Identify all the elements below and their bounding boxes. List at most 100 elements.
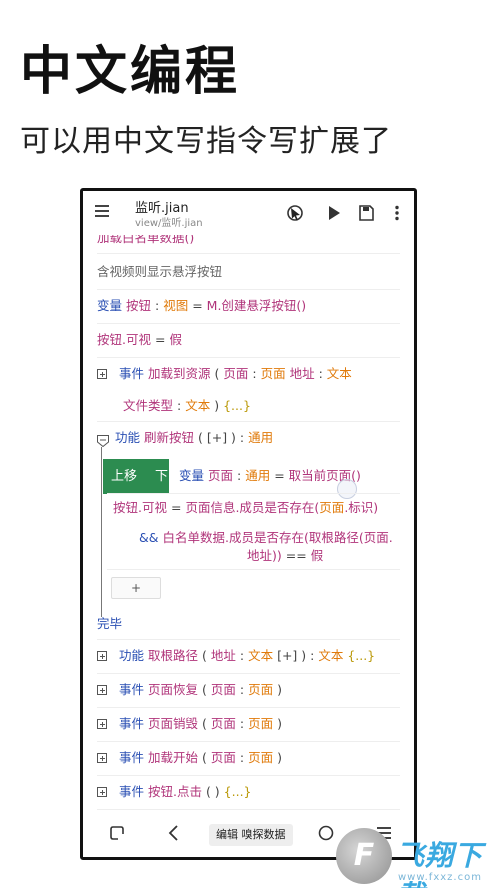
end-keyword[interactable]: 完毕 <box>97 615 122 633</box>
operator: = <box>192 298 203 313</box>
expression: 按钮.可视 <box>97 332 151 347</box>
collapse-icon[interactable] <box>97 432 109 448</box>
move-down-button[interactable]: 下 <box>155 459 168 494</box>
operator: = <box>154 332 166 347</box>
expression: 按钮.可视 <box>113 500 167 515</box>
code-line[interactable]: 功能 刷新按钮 ( [+] ) : 通用 <box>115 429 273 447</box>
recent-apps-icon[interactable] <box>109 825 125 841</box>
operator: : <box>239 716 245 731</box>
operator: : <box>252 366 257 381</box>
logical-and: && <box>139 530 159 545</box>
code-comment[interactable]: 含视频则显示悬浮按钮 <box>97 263 222 281</box>
code-line[interactable]: 事件 页面销毁 ( 页面 : 页面 ) <box>97 715 282 733</box>
expression: .标识) <box>344 500 379 515</box>
operator: ( <box>201 682 207 697</box>
identifier: 页面销毁 <box>147 716 198 731</box>
line-divider <box>97 775 400 776</box>
code-line[interactable]: 事件 按钮.点击 ( ) {...} <box>97 783 252 801</box>
identifier: 加载到资源 <box>147 366 211 381</box>
identifier: 按钮.点击 <box>147 784 202 799</box>
code-line[interactable]: 功能 取根路径 ( 地址 : 文本 [+] ) : 文本 {...} <box>97 647 375 665</box>
identifier: 刷新按钮 <box>144 430 195 445</box>
type-name: 文本 <box>326 366 352 381</box>
param-name: 页面 <box>223 366 249 381</box>
operator: : <box>155 298 160 313</box>
operator: : <box>239 682 245 697</box>
expand-icon[interactable] <box>97 651 107 661</box>
more-vert-icon[interactable] <box>387 203 407 223</box>
code-editor[interactable]: 加载白名单数据() 含视频则显示悬浮按钮 变量 按钮 : 视图 = M.创建悬浮… <box>83 235 414 813</box>
move-toolbar[interactable]: 上移 下 <box>103 459 169 494</box>
code-line[interactable]: 文件类型 : 文本 ) {...} <box>123 397 251 415</box>
type-name: 通用 <box>248 430 274 445</box>
type-name: 页面 <box>260 366 286 381</box>
menu-icon[interactable] <box>95 205 109 217</box>
line-divider <box>107 569 400 570</box>
expand-icon[interactable] <box>97 787 107 797</box>
save-icon[interactable] <box>356 203 376 223</box>
touch-ripple <box>337 479 357 499</box>
keyword: 变量 <box>97 298 123 313</box>
expand-icon[interactable] <box>97 685 107 695</box>
folded-body[interactable]: {...} <box>223 398 251 413</box>
identifier: 按钮 <box>126 298 152 313</box>
keyword: 事件 <box>118 682 144 697</box>
play-icon[interactable] <box>323 203 343 223</box>
keyword: 功能 <box>115 430 141 445</box>
keyword: 事件 <box>118 750 144 765</box>
operator: == <box>285 548 307 563</box>
operator: = <box>274 468 285 483</box>
code-line[interactable]: 按钮.可视 = 假 <box>97 331 182 349</box>
operator: : <box>318 366 323 381</box>
line-divider <box>97 707 400 708</box>
code-line[interactable]: 事件 加载开始 ( 页面 : 页面 ) <box>97 749 282 767</box>
hero-title: 中文编程 <box>20 42 241 102</box>
params: ( ) <box>205 784 220 799</box>
operator: ) <box>214 398 220 413</box>
type-name: 文本 <box>318 648 344 663</box>
params: ( [+] ) : <box>198 430 245 445</box>
operator: ) <box>277 750 282 765</box>
expand-icon[interactable] <box>97 369 107 379</box>
code-line[interactable]: 事件 加载到资源 ( 页面 : 页面 地址 : 文本 <box>97 365 352 383</box>
operator: = <box>170 500 182 515</box>
line-divider <box>97 421 400 422</box>
params: [+] ) : <box>277 648 315 663</box>
argument: 页面 <box>319 500 345 515</box>
keyword: 事件 <box>118 716 144 731</box>
cursor-toggle-icon[interactable] <box>285 203 305 223</box>
code-line[interactable]: 地址)) == 假 <box>247 547 323 565</box>
add-statement-button[interactable]: + <box>111 577 161 599</box>
phone-screen: 监听.jian view/监听.jian 加载白名单数据() 含视频则显示悬浮按… <box>80 188 417 860</box>
identifier: 页面恢复 <box>147 682 198 697</box>
type-name: 视图 <box>163 298 189 313</box>
code-line[interactable]: && 白名单数据.成员是否存在(取根路径(页面. <box>139 529 393 547</box>
code-line[interactable]: 事件 页面恢复 ( 页面 : 页面 ) <box>97 681 282 699</box>
value: 假 <box>169 332 182 347</box>
operator: ( <box>201 716 207 731</box>
watermark-logo: F 飞翔下载 www.fxxz.com <box>330 826 500 888</box>
code-line[interactable]: 变量 页面 : 通用 = 取当前页面() <box>179 467 361 485</box>
expression: 白名单数据.成员是否存在(取根路径(页面. <box>162 530 393 545</box>
param-name: 地址 <box>210 648 236 663</box>
back-icon[interactable] <box>166 823 182 847</box>
code-line[interactable]: 变量 按钮 : 视图 = M.创建悬浮按钮() <box>97 297 306 315</box>
line-divider <box>97 289 400 290</box>
expand-icon[interactable] <box>97 719 107 729</box>
code-line[interactable]: 加载白名单数据() <box>97 235 194 247</box>
line-divider <box>97 323 400 324</box>
type-name: 页面 <box>248 750 274 765</box>
watermark-url: www.fxxz.com <box>398 872 482 883</box>
code-line[interactable]: 按钮.可视 = 页面信息.成员是否存在(页面.标识) <box>113 499 378 517</box>
line-divider <box>97 253 400 254</box>
move-up-button[interactable]: 上移 <box>111 459 137 494</box>
param-name: 页面 <box>210 750 236 765</box>
line-divider <box>97 357 400 358</box>
line-divider <box>97 741 400 742</box>
app-bar: 监听.jian view/监听.jian <box>83 191 414 235</box>
expand-icon[interactable] <box>97 753 107 763</box>
identifier: 取根路径 <box>147 648 198 663</box>
folded-body[interactable]: {...} <box>224 784 252 799</box>
folded-body[interactable]: {...} <box>347 648 375 663</box>
edit-sniff-data-button[interactable]: 编辑 嗅探数据 <box>209 824 293 846</box>
